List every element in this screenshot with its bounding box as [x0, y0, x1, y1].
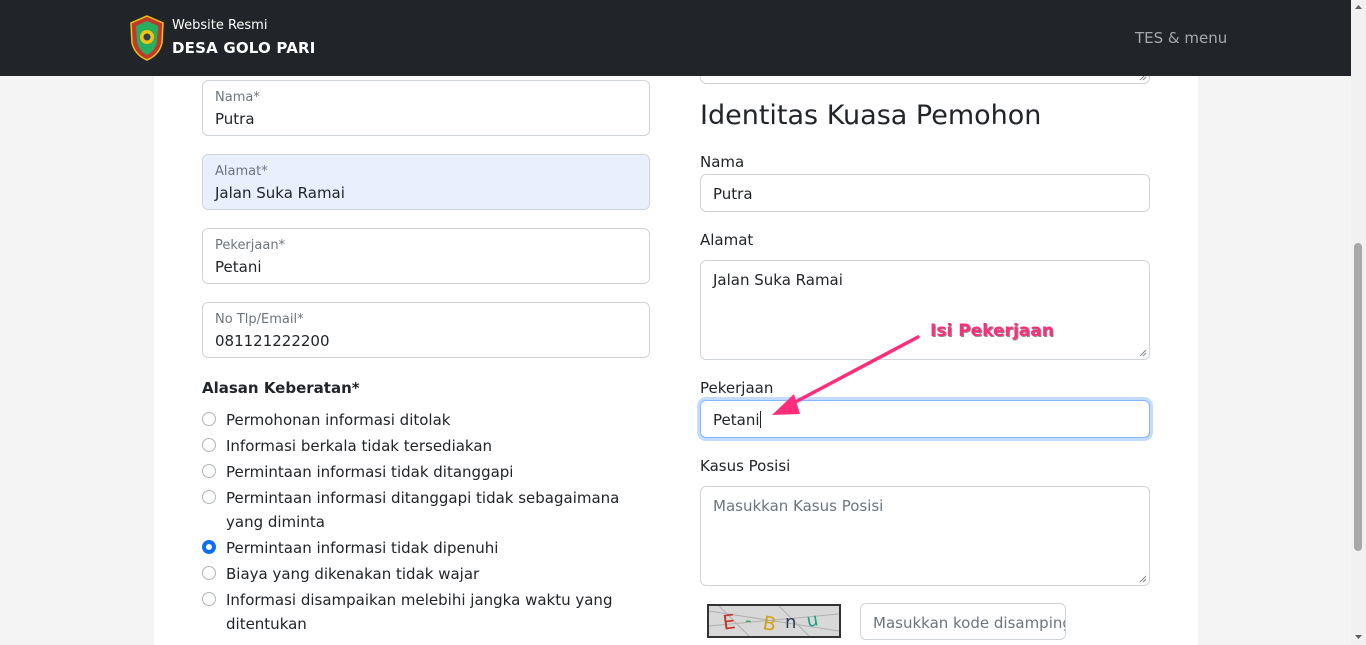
annotation-label: Isi Pekerjaan	[930, 321, 1054, 341]
village-emblem-logo[interactable]	[129, 15, 165, 61]
scroll-up-icon[interactable]	[1354, 3, 1363, 11]
navbar: Website Resmi DESA GOLO PARI TES & menu	[0, 0, 1351, 76]
nav-menu-link[interactable]: TES & menu	[1135, 29, 1227, 47]
brand-subtitle: Website Resmi	[172, 18, 268, 33]
brand-name[interactable]: DESA GOLO PARI	[172, 39, 316, 57]
page-scrollbar[interactable]	[1351, 0, 1366, 645]
scroll-down-icon[interactable]	[1354, 633, 1363, 641]
annotation-arrow-icon	[772, 335, 920, 415]
scrollbar-thumb[interactable]	[1354, 243, 1362, 551]
